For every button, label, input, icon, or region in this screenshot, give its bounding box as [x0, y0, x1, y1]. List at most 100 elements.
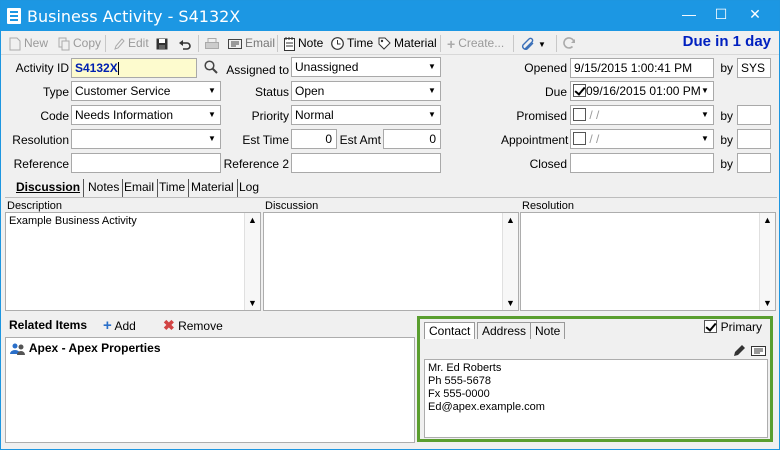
due-checkbox[interactable]	[573, 84, 586, 98]
primary-checkbox-wrap[interactable]: Primary	[704, 320, 762, 334]
attachment-button[interactable]: ▼	[521, 34, 546, 52]
tab-time[interactable]: Time	[156, 179, 190, 197]
close-button[interactable]: ✕	[743, 3, 767, 25]
appointment-by-field[interactable]	[737, 129, 771, 149]
discussion-textarea[interactable]: ▲ ▼	[263, 212, 519, 311]
resolution-scrollbar[interactable]: ▲ ▼	[759, 213, 775, 310]
due-label: Due	[544, 85, 567, 99]
save-icon	[156, 38, 168, 50]
type-dropdown[interactable]: Customer Service ▼	[71, 81, 221, 101]
chevron-down-icon: ▼	[701, 110, 709, 119]
scroll-down-icon[interactable]: ▼	[245, 296, 260, 310]
printer-icon	[205, 37, 219, 49]
time-button[interactable]: Time	[331, 34, 373, 52]
maximize-button[interactable]: ☐	[709, 3, 733, 25]
list-item[interactable]: Apex - Apex Properties	[10, 341, 161, 355]
appointment-checkbox[interactable]	[573, 132, 586, 146]
resolution-textarea[interactable]: ▲ ▼	[520, 212, 776, 311]
material-button[interactable]: Material	[378, 34, 437, 52]
appointment-field[interactable]: / / ▼	[570, 129, 714, 149]
discussion-header: Discussion	[265, 200, 319, 212]
resolution-header: Resolution	[522, 200, 574, 212]
description-scrollbar[interactable]: ▲ ▼	[244, 213, 260, 310]
edit-label: Edit	[128, 36, 149, 50]
new-label: New	[24, 36, 49, 50]
business-card-icon[interactable]	[751, 346, 766, 356]
chevron-down-icon: ▼	[701, 86, 709, 95]
promised-by-field[interactable]	[737, 105, 771, 125]
save-button[interactable]	[156, 34, 171, 52]
related-add-button[interactable]: + Add	[103, 317, 136, 334]
chevron-down-icon: ▼	[428, 62, 436, 71]
code-dropdown[interactable]: Needs Information ▼	[71, 105, 221, 125]
edit-button[interactable]: Edit	[113, 34, 149, 52]
undo-button[interactable]	[178, 34, 194, 52]
scroll-up-icon[interactable]: ▲	[503, 213, 518, 227]
scroll-up-icon[interactable]: ▲	[760, 213, 775, 227]
chevron-down-icon: ▼	[208, 134, 216, 143]
contact-details: Mr. Ed Roberts Ph 555-5678 Fx 555-0000 E…	[424, 359, 768, 438]
refresh-button[interactable]	[563, 34, 579, 52]
discussion-scrollbar[interactable]: ▲ ▼	[502, 213, 518, 310]
minimize-button[interactable]: —	[677, 3, 701, 25]
opened-by-field[interactable]: SYS	[737, 58, 771, 78]
primary-checkbox[interactable]	[704, 320, 718, 334]
tab-note[interactable]: Note	[530, 322, 566, 339]
title-bar: Business Activity - S4132X — ☐ ✕	[1, 1, 779, 31]
copy-icon	[58, 37, 70, 51]
tab-notes[interactable]: Notes	[85, 179, 124, 197]
est-amt-field[interactable]: 0	[383, 129, 441, 149]
activity-id-field[interactable]: S4132X	[71, 58, 197, 78]
assigned-to-label: Assigned to	[226, 63, 289, 77]
promised-checkbox[interactable]	[573, 108, 586, 122]
tab-log[interactable]: Log	[236, 179, 262, 197]
contact-email: Ed@apex.example.com	[428, 401, 545, 413]
primary-label: Primary	[720, 320, 762, 334]
status-dropdown[interactable]: Open ▼	[291, 81, 441, 101]
related-remove-button[interactable]: ✖ Remove	[163, 317, 223, 334]
reference2-label: Reference 2	[223, 157, 289, 171]
paperclip-icon	[522, 37, 534, 50]
create-button[interactable]: + Create...	[447, 34, 504, 52]
priority-dropdown[interactable]: Normal ▼	[291, 105, 441, 125]
due-field[interactable]: 09/16/2015 01:00 PM ▼	[570, 81, 714, 101]
scroll-down-icon[interactable]: ▼	[503, 296, 518, 310]
scroll-up-icon[interactable]: ▲	[245, 213, 260, 227]
tab-discussion[interactable]: Discussion	[13, 179, 85, 197]
reference2-field[interactable]	[291, 153, 441, 173]
tab-contact[interactable]: Contact	[424, 322, 476, 339]
copy-button[interactable]: Copy	[58, 34, 101, 52]
pencil-icon[interactable]	[733, 344, 746, 357]
print-button[interactable]	[205, 34, 222, 52]
chevron-down-icon: ▼	[428, 86, 436, 95]
create-label: Create...	[458, 36, 505, 50]
chevron-down-icon: ▼	[428, 110, 436, 119]
description-textarea[interactable]: Example Business Activity ▲ ▼	[5, 212, 261, 311]
pencil-icon	[114, 38, 125, 50]
reference-field[interactable]	[71, 153, 221, 173]
business-activity-window: Business Activity - S4132X — ☐ ✕ New Cop…	[0, 0, 780, 450]
closed-by-field[interactable]	[737, 153, 771, 173]
note-button[interactable]: Note	[284, 34, 323, 52]
new-button[interactable]: New	[9, 34, 48, 52]
search-icon[interactable]	[204, 60, 218, 74]
type-value: Customer Service	[75, 84, 171, 98]
est-time-value: 0	[325, 132, 332, 146]
resolution-dropdown[interactable]: ▼	[71, 129, 221, 149]
closed-field[interactable]	[570, 153, 714, 173]
tab-material[interactable]: Material	[188, 179, 238, 197]
assigned-to-dropdown[interactable]: Unassigned ▼	[291, 57, 441, 77]
activity-id-value: S4132X	[75, 61, 118, 75]
tab-email[interactable]: Email	[121, 179, 159, 197]
est-time-field[interactable]: 0	[291, 129, 337, 149]
due-value: 09/16/2015 01:00 PM	[586, 84, 701, 98]
email-button[interactable]: Email	[228, 34, 275, 52]
refresh-icon	[563, 37, 575, 50]
promised-field[interactable]: / / ▼	[570, 105, 714, 125]
tab-address[interactable]: Address	[477, 322, 532, 339]
closed-label: Closed	[529, 157, 567, 171]
opened-by-label: by	[720, 61, 733, 75]
scroll-down-icon[interactable]: ▼	[760, 296, 775, 310]
opened-field[interactable]: 9/15/2015 1:00:41 PM	[570, 58, 714, 78]
status-label: Status	[254, 85, 289, 99]
